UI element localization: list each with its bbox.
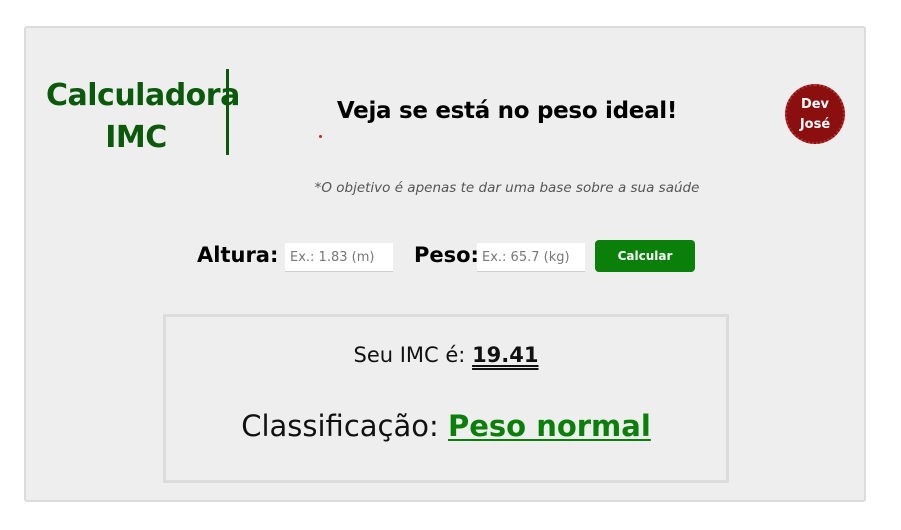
dev-badge-line1: Dev bbox=[800, 97, 830, 112]
calcular-button[interactable]: Calcular bbox=[595, 240, 695, 272]
disclaimer-text: *O objetivo é apenas te dar uma base sob… bbox=[314, 180, 700, 196]
page-headline: Veja se está no peso ideal! bbox=[336, 98, 678, 124]
brand-divider bbox=[226, 69, 229, 155]
classification-result: Classificação: Peso normal bbox=[163, 409, 729, 443]
result-panel bbox=[163, 314, 729, 483]
classification-value: Peso normal bbox=[447, 409, 651, 443]
imc-result-label: Seu IMC é: bbox=[353, 343, 466, 367]
peso-label: Peso: bbox=[414, 243, 479, 267]
brand-title: Calculadora IMC bbox=[46, 75, 240, 159]
peso-input[interactable] bbox=[477, 243, 585, 272]
decorative-dot bbox=[319, 135, 322, 138]
altura-input[interactable] bbox=[285, 243, 393, 272]
imc-value: 19.41 bbox=[472, 343, 539, 367]
altura-label: Altura: bbox=[197, 243, 279, 267]
brand-title-line2: IMC bbox=[105, 120, 167, 155]
classification-label: Classificação: bbox=[241, 409, 439, 443]
brand-title-line1: Calculadora bbox=[46, 78, 240, 113]
imc-result: Seu IMC é: 19.41 bbox=[163, 343, 729, 367]
dev-badge-line2: José bbox=[799, 117, 831, 132]
dev-badge: Dev José bbox=[785, 84, 845, 144]
